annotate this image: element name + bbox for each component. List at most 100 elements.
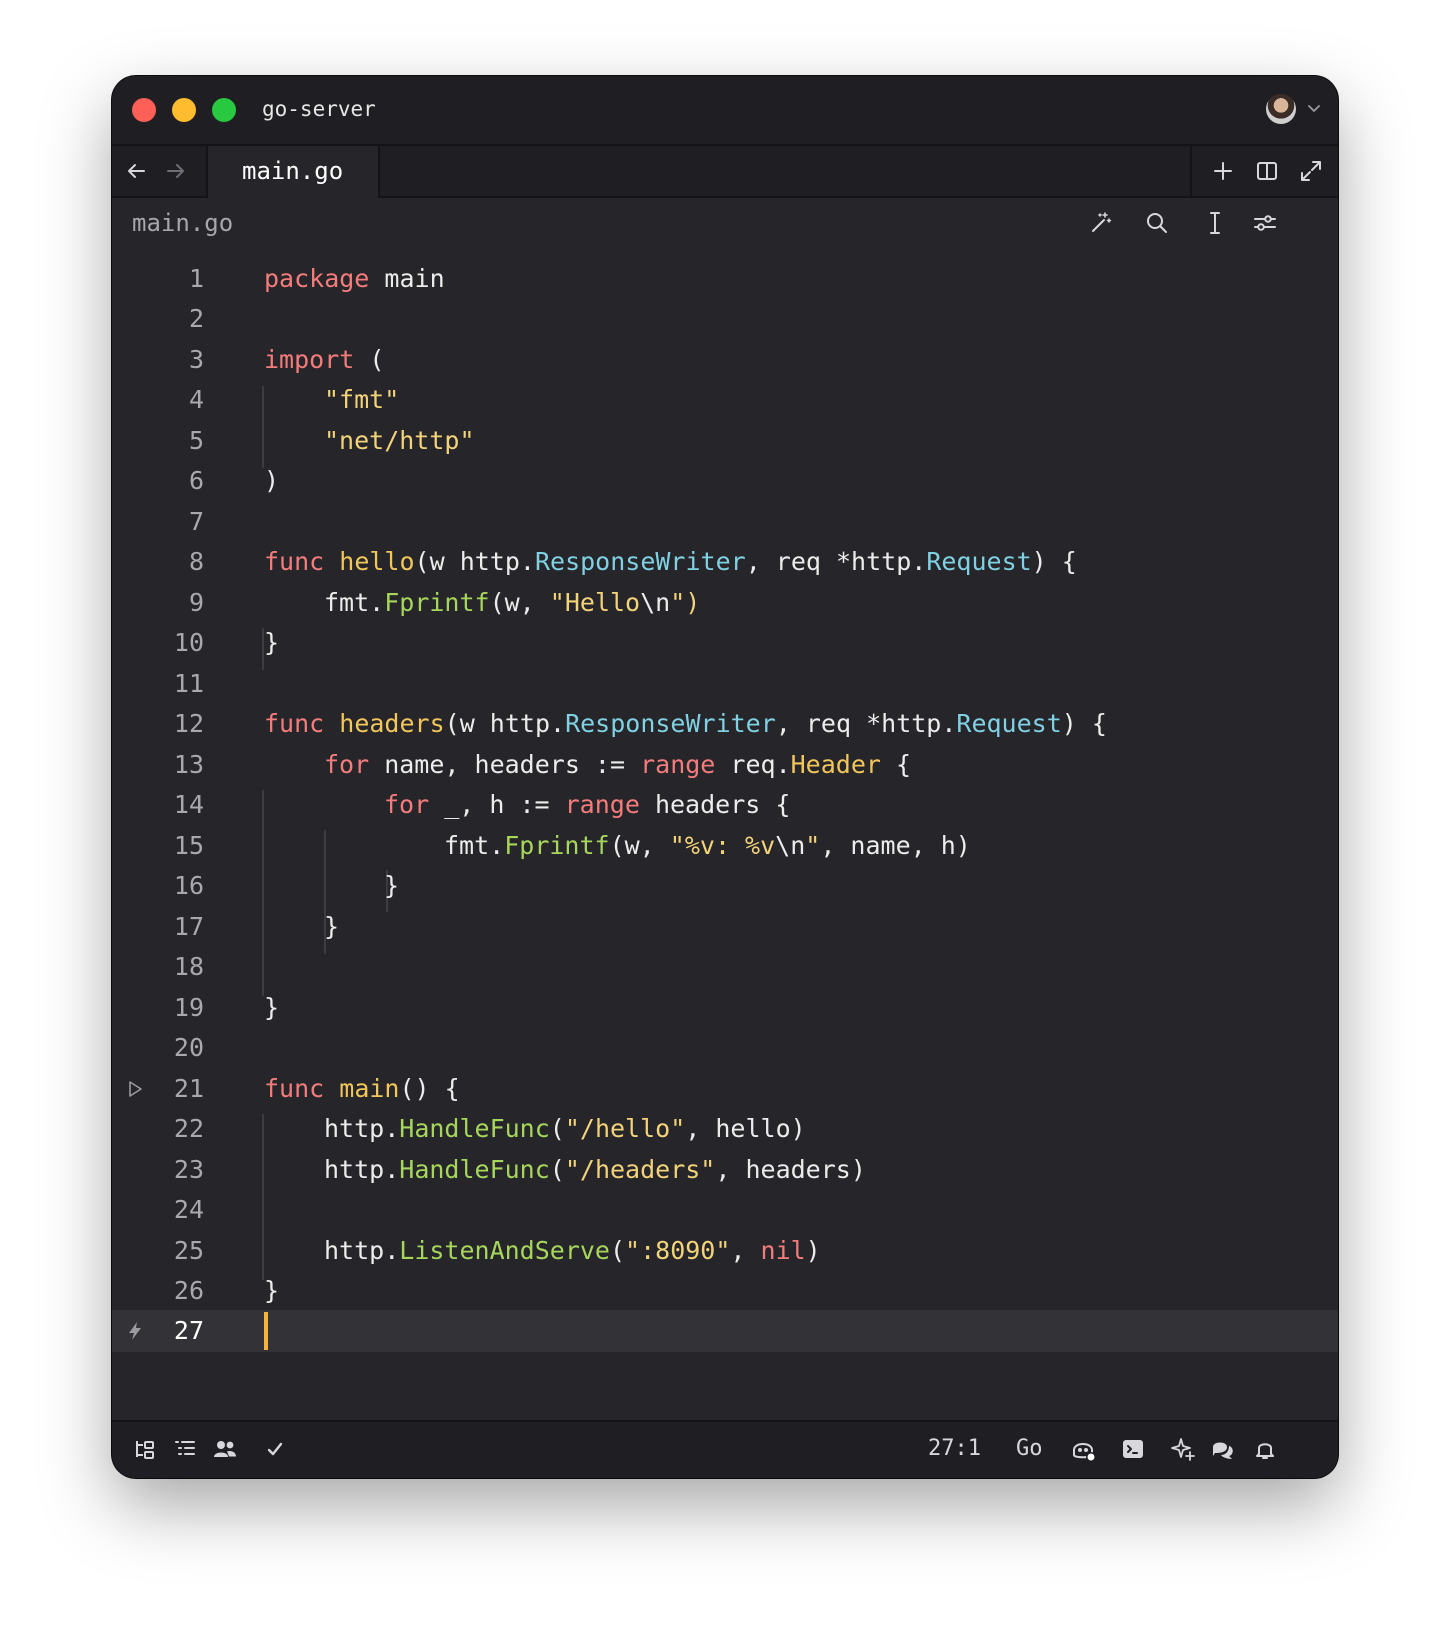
code-text: fmt.Fprintf(w, "Hello\n") — [324, 588, 701, 617]
code-line[interactable]: 19 } — [112, 987, 1338, 1029]
code-line[interactable]: 26 } — [112, 1270, 1338, 1312]
code-line[interactable]: 7 — [112, 501, 1338, 543]
code-line[interactable]: 2 — [112, 298, 1338, 340]
code-text: func hello(w http.ResponseWriter, req *h… — [264, 547, 1077, 576]
code-line[interactable]: 4 "fmt" — [112, 379, 1338, 421]
current-line[interactable]: 27 — [112, 1310, 1338, 1352]
tab-actions — [1190, 146, 1338, 196]
code-line[interactable]: 18 — [112, 946, 1338, 988]
line-number: 22 — [173, 1114, 204, 1143]
line-number: 2 — [188, 304, 204, 333]
language-mode[interactable]: Go — [1016, 1434, 1043, 1464]
line-number: 8 — [188, 547, 204, 576]
code-line[interactable]: 13 for name, headers := range req.Header… — [112, 744, 1338, 786]
code-line[interactable]: 5 "net/http" — [112, 420, 1338, 462]
line-number: 16 — [173, 871, 204, 900]
code-text: "net/http" — [324, 426, 475, 455]
code-text: } — [264, 993, 280, 1022]
code-text: } — [264, 1276, 280, 1305]
code-line[interactable]: 11 — [112, 663, 1338, 705]
code-text: http.HandleFunc("/hello", hello) — [324, 1114, 806, 1143]
line-number: 11 — [173, 669, 204, 698]
collaborators-icon[interactable] — [212, 1436, 238, 1462]
outline-icon[interactable] — [172, 1436, 198, 1462]
line-number: 23 — [173, 1155, 204, 1184]
code-line[interactable]: 12 func headers(w http.ResponseWriter, r… — [112, 703, 1338, 745]
line-number: 3 — [188, 345, 204, 374]
line-number: 15 — [173, 831, 204, 860]
line-number: 17 — [173, 912, 204, 941]
code-line[interactable]: 17 } — [112, 906, 1338, 948]
code-line[interactable]: 23 http.HandleFunc("/headers", headers) — [112, 1149, 1338, 1191]
code-text: "fmt" — [324, 385, 400, 414]
chevron-down-icon[interactable] — [1306, 100, 1322, 116]
line-number: 27 — [173, 1316, 204, 1345]
code-line[interactable]: 9 fmt.Fprintf(w, "Hello\n") — [112, 582, 1338, 624]
cursor-position[interactable]: 27:1 — [928, 1434, 981, 1464]
code-line[interactable]: 6 ) — [112, 460, 1338, 502]
split-view-icon[interactable] — [1254, 158, 1280, 184]
bell-icon[interactable] — [1252, 1436, 1278, 1462]
ai-sparkle-icon[interactable] — [1170, 1436, 1196, 1462]
forward-arrow-icon[interactable] — [164, 159, 188, 183]
line-number: 18 — [173, 952, 204, 981]
line-number: 20 — [173, 1033, 204, 1062]
checkmark-icon[interactable] — [262, 1436, 288, 1462]
line-number: 7 — [188, 507, 204, 536]
code-line[interactable]: 21 func main() { — [112, 1068, 1338, 1110]
back-arrow-icon[interactable] — [124, 159, 148, 183]
code-line[interactable]: 8 func hello(w http.ResponseWriter, req … — [112, 541, 1338, 583]
code-text: fmt.Fprintf(w, "%v: %v\n", name, h) — [444, 831, 971, 860]
expand-icon[interactable] — [1298, 158, 1324, 184]
code-line[interactable]: 14 for _, h := range headers { — [112, 784, 1338, 826]
plus-icon[interactable] — [1210, 158, 1236, 184]
code-text: import ( — [264, 345, 385, 374]
code-text: for name, headers := range req.Header { — [324, 750, 912, 779]
search-icon[interactable] — [1144, 210, 1170, 236]
window-title: go-server — [262, 97, 376, 121]
code-text: } — [384, 871, 400, 900]
close-window-button[interactable] — [132, 98, 156, 122]
line-number: 19 — [173, 993, 204, 1022]
chat-icon[interactable] — [1210, 1436, 1236, 1462]
file-tree-icon[interactable] — [132, 1436, 158, 1462]
magic-wand-icon[interactable] — [1088, 210, 1114, 236]
code-text: ) — [264, 466, 280, 495]
line-number: 26 — [173, 1276, 204, 1305]
code-line[interactable]: 15 fmt.Fprintf(w, "%v: %v\n", name, h) — [112, 825, 1338, 867]
text-cursor — [264, 1312, 268, 1350]
code-line[interactable]: 1 package main — [112, 258, 1338, 300]
user-avatar[interactable] — [1266, 94, 1296, 124]
line-number: 6 — [188, 466, 204, 495]
line-number: 24 — [173, 1195, 204, 1224]
code-text: } — [324, 912, 340, 941]
code-line[interactable]: 25 http.ListenAndServe(":8090", nil) — [112, 1230, 1338, 1272]
line-number: 5 — [188, 426, 204, 455]
text-cursor-icon[interactable] — [1202, 210, 1228, 236]
code-line[interactable]: 16 } — [112, 865, 1338, 907]
tab-label: main.go — [242, 157, 344, 185]
line-number: 9 — [188, 588, 204, 617]
sliders-icon[interactable] — [1252, 210, 1278, 236]
code-text: func headers(w http.ResponseWriter, req … — [264, 709, 1107, 738]
minimize-window-button[interactable] — [172, 98, 196, 122]
code-line[interactable]: 20 — [112, 1027, 1338, 1069]
maximize-window-button[interactable] — [212, 98, 236, 122]
tab-main-go[interactable]: main.go — [206, 146, 380, 198]
tab-bar: main.go — [112, 146, 1338, 198]
code-line[interactable]: 3 import ( — [112, 339, 1338, 381]
code-text: http.ListenAndServe(":8090", nil) — [324, 1236, 821, 1265]
line-number: 14 — [173, 790, 204, 819]
code-text: for _, h := range headers { — [384, 790, 791, 819]
code-line[interactable]: 24 — [112, 1189, 1338, 1231]
breadcrumb[interactable]: main.go — [132, 208, 233, 238]
copilot-icon[interactable] — [1070, 1436, 1096, 1462]
title-bar: go-server — [112, 76, 1338, 146]
terminal-icon[interactable] — [1120, 1436, 1146, 1462]
code-line[interactable]: 10 } — [112, 622, 1338, 664]
code-line[interactable]: 22 http.HandleFunc("/hello", hello) — [112, 1108, 1338, 1150]
line-number: 10 — [173, 628, 204, 657]
code-editor[interactable]: 1 package main 2 3 import ( 4 "fmt" 5 "n… — [112, 258, 1338, 1358]
line-number: 12 — [173, 709, 204, 738]
code-text: package main — [264, 264, 445, 293]
